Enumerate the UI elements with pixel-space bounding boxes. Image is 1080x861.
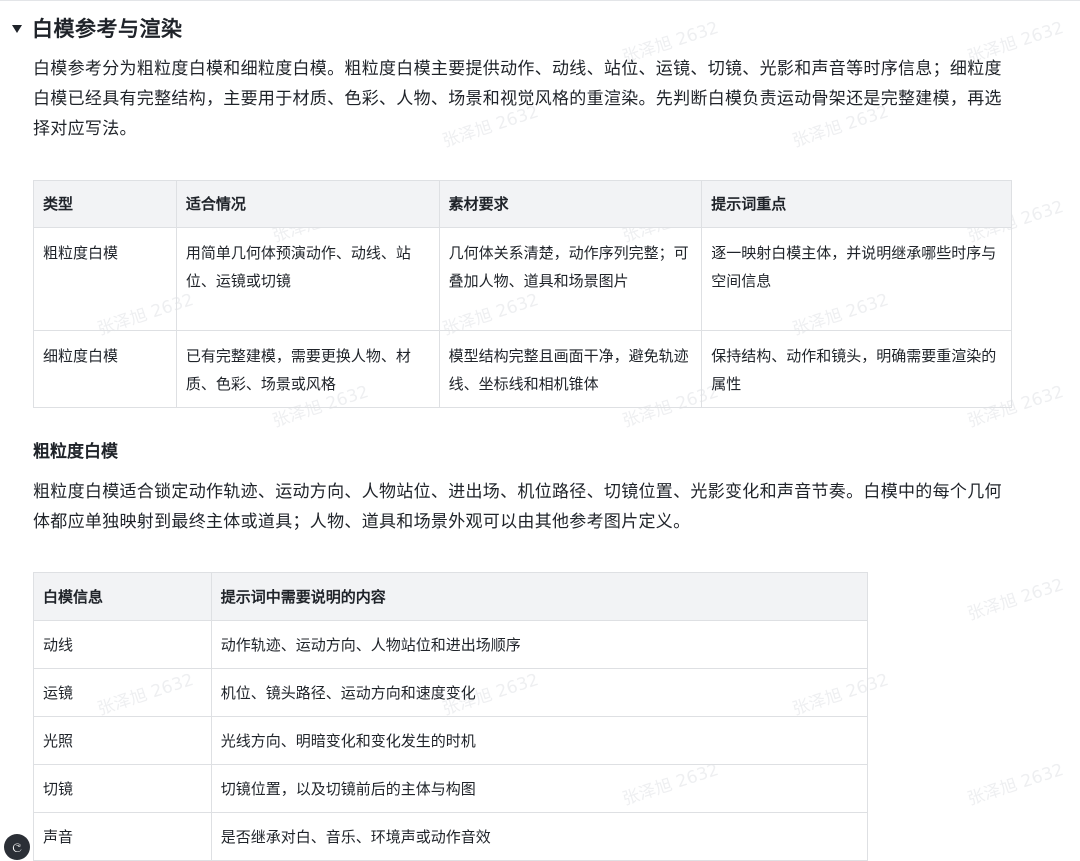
header-cell: 适合情况 <box>175 180 440 228</box>
intro-paragraph: 白模参考分为粗粒度白模和细粒度白模。粗粒度白模主要提供动作、动线、站位、运镜、切… <box>33 59 1002 139</box>
table-row: 声音 是否继承对白、音乐、环境声或动作音效 <box>33 812 869 861</box>
coarse-paragraph: 粗粒度白模适合锁定动作轨迹、运动方向、人物站位、进出场、机位路径、切镜位置、光影… <box>33 482 1002 532</box>
table-cell: 粗粒度白模 <box>33 227 177 331</box>
table-cell: 运镜 <box>33 668 212 717</box>
table-row: 粗粒度白模 用简单几何体预演动作、动线、站位、运镜或切镜 几何体关系清楚，动作序… <box>33 227 1012 331</box>
table-cell: 动线 <box>33 620 212 669</box>
table-header-row: 类型 适合情况 素材要求 提示词重点 <box>33 180 1012 228</box>
table-row: 运镜 机位、镜头路径、运动方向和速度变化 <box>33 668 869 717</box>
table-cell: 切镜位置，以及切镜前后的主体与构图 <box>210 764 869 813</box>
table-row: 细粒度白模 已有完整建模，需要更换人物、材质、色彩、场景或风格 模型结构完整且画… <box>33 330 1012 408</box>
table-cell: 声音 <box>33 812 212 861</box>
table-cell: 机位、镜头路径、运动方向和速度变化 <box>210 668 869 717</box>
coarse-heading: 粗粒度白模 <box>33 442 118 462</box>
section-title: 白模参考与渲染 <box>32 17 183 41</box>
collapse-triangle-icon[interactable] <box>12 25 22 33</box>
table-cell: 逐一映射白模主体，并说明继承哪些时序与空间信息 <box>701 227 1012 331</box>
table-cell: 模型结构完整且画面干净，避免轨迹线、坐标线和相机锥体 <box>438 330 703 408</box>
table-cell: 细粒度白模 <box>33 330 177 408</box>
watermark: 张泽旭 2632 <box>965 574 1067 625</box>
table-cell: 光线方向、明暗变化和变化发生的时机 <box>210 716 869 765</box>
info-table: 白模信息 提示词中需要说明的内容 动线 动作轨迹、运动方向、人物站位和进出场顺序… <box>33 572 869 861</box>
header-cell: 提示词中需要说明的内容 <box>210 572 869 621</box>
table-cell: 保持结构、动作和镜头，明确需要重渲染的属性 <box>701 330 1012 408</box>
table-cell: 是否继承对白、音乐、环境声或动作音效 <box>210 812 869 861</box>
table-cell: 动作轨迹、运动方向、人物站位和进出场顺序 <box>210 620 869 669</box>
table-header-row: 白模信息 提示词中需要说明的内容 <box>33 572 869 621</box>
header-cell: 提示词重点 <box>701 180 1012 228</box>
table-row: 动线 动作轨迹、运动方向、人物站位和进出场顺序 <box>33 620 869 669</box>
section-header: 白模参考与渲染 <box>12 12 183 44</box>
watermark: 张泽旭 2632 <box>965 759 1067 810</box>
table-cell: 已有完整建模，需要更换人物、材质、色彩、场景或风格 <box>175 330 440 408</box>
header-cell: 白模信息 <box>33 572 212 621</box>
table-cell: 光照 <box>33 716 212 765</box>
header-cell: 类型 <box>33 180 177 228</box>
top-divider <box>0 0 1080 1</box>
header-cell: 素材要求 <box>438 180 703 228</box>
corner-badge-icon[interactable]: ල <box>4 834 30 860</box>
types-table: 类型 适合情况 素材要求 提示词重点 粗粒度白模 用简单几何体预演动作、动线、站… <box>33 180 1012 408</box>
table-cell: 切镜 <box>33 764 212 813</box>
table-cell: 用简单几何体预演动作、动线、站位、运镜或切镜 <box>175 227 440 331</box>
table-row: 切镜 切镜位置，以及切镜前后的主体与构图 <box>33 764 869 813</box>
table-cell: 几何体关系清楚，动作序列完整；可叠加人物、道具和场景图片 <box>438 227 703 331</box>
table-row: 光照 光线方向、明暗变化和变化发生的时机 <box>33 716 869 765</box>
